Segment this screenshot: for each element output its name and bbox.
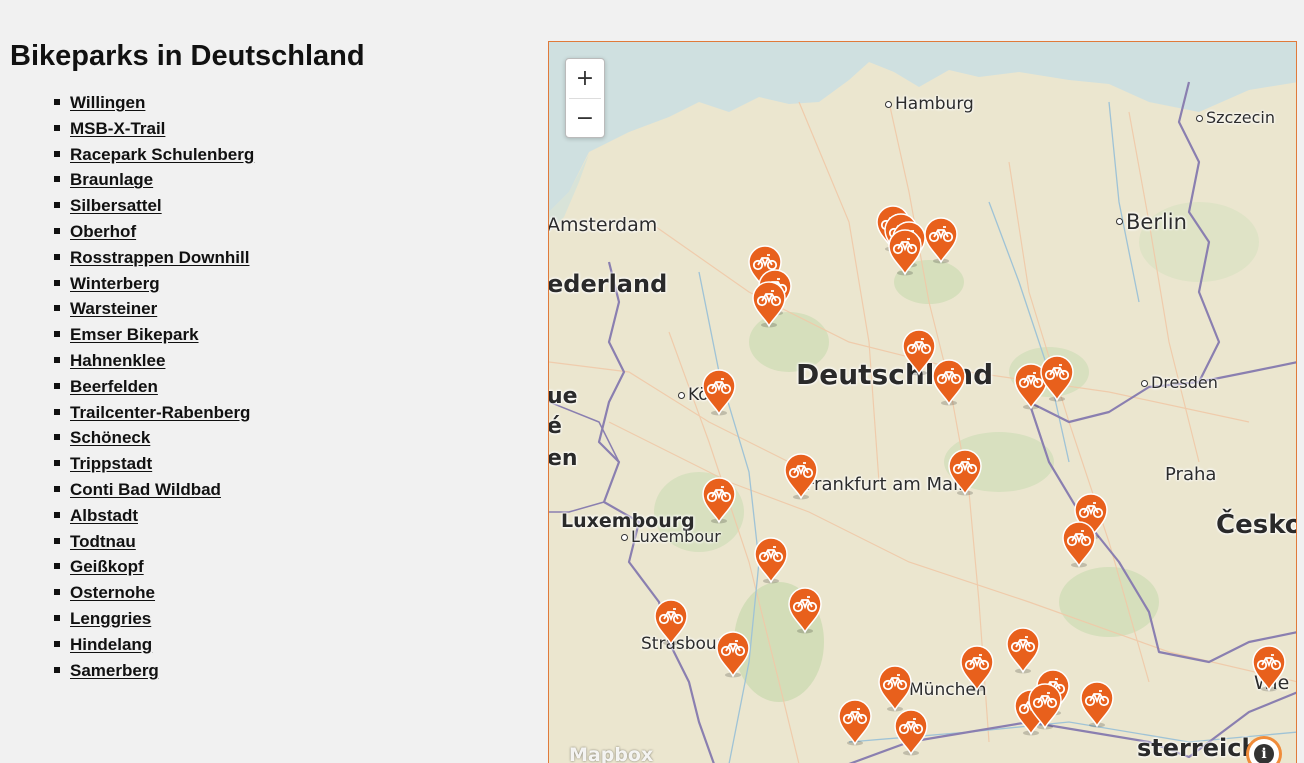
bikepark-marker[interactable] <box>1039 354 1075 402</box>
bikepark-link[interactable]: Emser Bikepark <box>70 325 199 344</box>
bikepark-link[interactable]: Warsteiner <box>70 299 157 318</box>
mapbox-logo: Mapbox <box>569 744 654 763</box>
bikepark-marker[interactable] <box>701 476 737 524</box>
bikepark-link[interactable]: MSB-X-Trail <box>70 119 165 138</box>
city-dot <box>678 392 685 399</box>
bikepark-marker[interactable] <box>837 698 873 746</box>
bikepark-marker[interactable] <box>887 228 923 276</box>
bikepark-list-item: Hahnenklee <box>52 348 254 374</box>
bikepark-link[interactable]: Oberhof <box>70 222 136 241</box>
bikepark-list-item: Todtnau <box>52 529 254 555</box>
bikepark-link[interactable]: Silbersattel <box>70 196 162 215</box>
bikepark-list-item: Emser Bikepark <box>52 322 254 348</box>
bikepark-list-item: Trippstadt <box>52 451 254 477</box>
bikepark-link[interactable]: Beerfelden <box>70 377 158 396</box>
label-country-fragment: é <box>548 414 562 439</box>
bikepark-link[interactable]: Samerberg <box>70 661 159 680</box>
bikepark-list-item: Braunlage <box>52 167 254 193</box>
label-szczecin: Szczecin <box>1206 108 1275 127</box>
label-nederland: ederland <box>548 270 668 298</box>
city-dot <box>1196 115 1203 122</box>
bikepark-list-item: Schöneck <box>52 425 254 451</box>
label-frankfurt: Frankfurt am Main <box>805 474 970 495</box>
bikepark-marker[interactable] <box>701 368 737 416</box>
bikepark-marker[interactable] <box>931 358 967 406</box>
bikepark-marker[interactable] <box>959 644 995 692</box>
bikepark-list-item: Racepark Schulenberg <box>52 142 254 168</box>
label-luxembourg-city: Luxembour <box>631 527 721 546</box>
label-berlin: Berlin <box>1126 210 1187 234</box>
bikepark-marker[interactable] <box>1027 682 1063 730</box>
attribution-info-button[interactable]: i <box>1249 739 1279 763</box>
zoom-out-button[interactable]: − <box>566 99 604 138</box>
bikepark-link[interactable]: Osternohe <box>70 583 155 602</box>
bikepark-link[interactable]: Rosstrappen Downhill <box>70 248 249 267</box>
bikepark-marker[interactable] <box>947 448 983 496</box>
bikepark-link[interactable]: Winterberg <box>70 274 160 293</box>
bikepark-marker[interactable] <box>783 452 819 500</box>
label-cesko: Česko <box>1216 510 1297 540</box>
bikepark-marker[interactable] <box>877 664 913 712</box>
bikepark-list-item: Winterberg <box>52 271 254 297</box>
city-dot <box>1116 218 1123 225</box>
bikepark-link[interactable]: Geißkopf <box>70 557 144 576</box>
bikepark-link[interactable]: Hahnenklee <box>70 351 165 370</box>
label-country-fragment: ue <box>548 384 578 409</box>
bikepark-marker[interactable] <box>653 598 689 646</box>
bikepark-marker[interactable] <box>751 280 787 328</box>
bikepark-list: Willingen MSB-X-Trail Racepark Schulenberg… <box>52 90 254 683</box>
city-dot <box>1141 380 1148 387</box>
label-praha: Praha <box>1165 464 1217 485</box>
bikepark-marker[interactable] <box>1005 626 1041 674</box>
bikepark-list-item: Warsteiner <box>52 296 254 322</box>
bikepark-link[interactable]: Trippstadt <box>70 454 152 473</box>
bikepark-list-item: Geißkopf <box>52 554 254 580</box>
zoom-control: + − <box>565 58 605 138</box>
bikepark-list-item: Albstadt <box>52 503 254 529</box>
bikepark-marker[interactable] <box>753 536 789 584</box>
city-dot <box>885 101 892 108</box>
bikepark-list-item: Conti Bad Wildbad <box>52 477 254 503</box>
bikepark-marker[interactable] <box>1061 520 1097 568</box>
bikepark-list-item: Lenggries <box>52 606 254 632</box>
bikepark-link[interactable]: Schöneck <box>70 428 150 447</box>
page-title: Bikeparks in Deutschland <box>10 40 365 72</box>
bikepark-list-item: Beerfelden <box>52 374 254 400</box>
label-amsterdam: Amsterdam <box>548 214 658 236</box>
label-oesterreich: sterreich <box>1137 734 1259 762</box>
bikepark-link[interactable]: Trailcenter-Rabenberg <box>70 403 250 422</box>
zoom-in-button[interactable]: + <box>566 59 604 98</box>
bikepark-link[interactable]: Racepark Schulenberg <box>70 145 254 164</box>
bikepark-map[interactable]: + − Hamburg Szczecin Amsterdam Berlin ed… <box>548 41 1297 763</box>
bikepark-marker[interactable] <box>1251 644 1287 692</box>
bikepark-link[interactable]: Conti Bad Wildbad <box>70 480 221 499</box>
bikepark-list-item: Willingen <box>52 90 254 116</box>
bikepark-link[interactable]: Todtnau <box>70 532 136 551</box>
bikepark-list-item: MSB-X-Trail <box>52 116 254 142</box>
bikepark-list-item: Silbersattel <box>52 193 254 219</box>
bikepark-list-item: Samerberg <box>52 658 254 684</box>
bikepark-list-item: Osternohe <box>52 580 254 606</box>
bikepark-link[interactable]: Lenggries <box>70 609 151 628</box>
bikepark-list-item: Rosstrappen Downhill <box>52 245 254 271</box>
bikepark-marker[interactable] <box>1079 680 1115 728</box>
bikepark-list-item: Trailcenter-Rabenberg <box>52 400 254 426</box>
bikepark-list-item: Oberhof <box>52 219 254 245</box>
bikepark-link[interactable]: Albstadt <box>70 506 138 525</box>
info-icon: i <box>1254 744 1274 763</box>
city-dot <box>621 534 628 541</box>
label-country-fragment: en <box>548 446 578 471</box>
bikepark-link[interactable]: Hindelang <box>70 635 152 654</box>
label-dresden: Dresden <box>1151 373 1218 392</box>
bikepark-list-item: Hindelang <box>52 632 254 658</box>
bikepark-marker[interactable] <box>787 586 823 634</box>
bikepark-marker[interactable] <box>893 708 929 756</box>
label-hamburg: Hamburg <box>895 94 974 114</box>
bikepark-marker[interactable] <box>923 216 959 264</box>
bikepark-marker[interactable] <box>715 630 751 678</box>
bikepark-link[interactable]: Braunlage <box>70 170 153 189</box>
bikepark-link[interactable]: Willingen <box>70 93 145 112</box>
map-basemap[interactable] <box>549 42 1297 763</box>
